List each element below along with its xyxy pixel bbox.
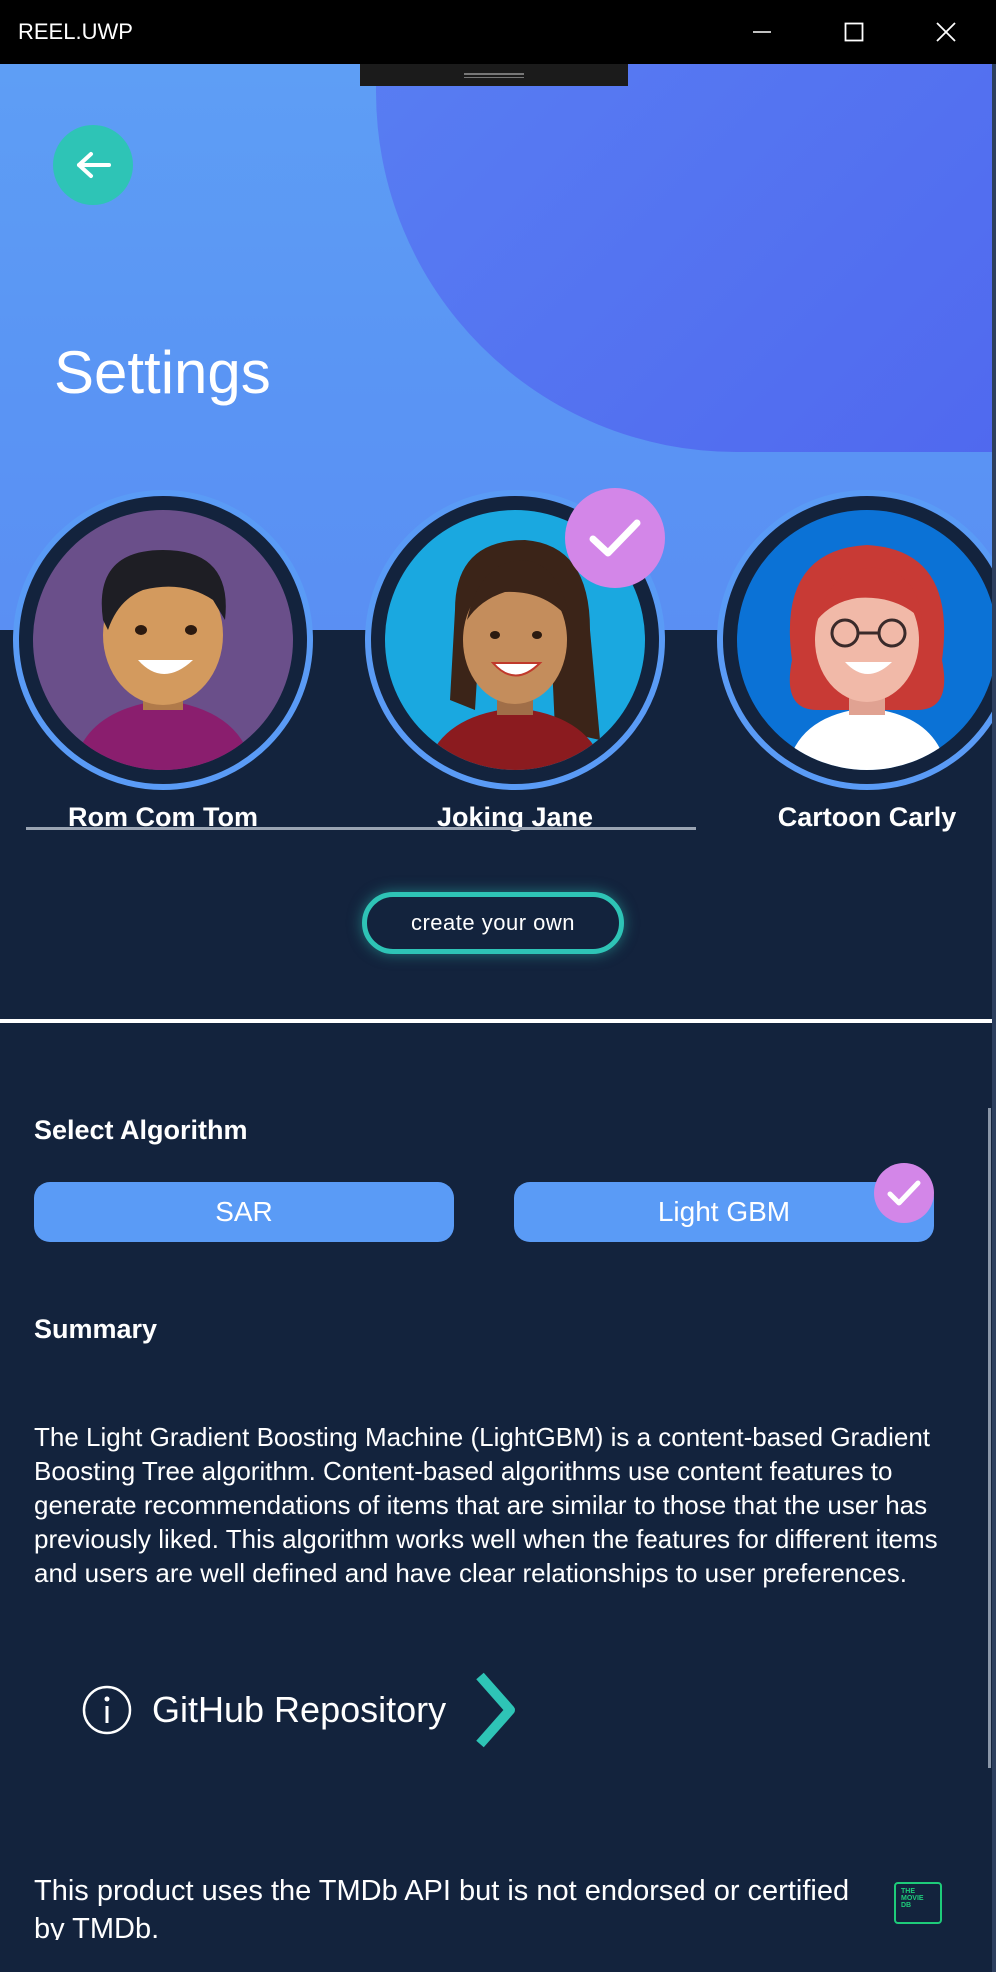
- selected-check-icon: [565, 488, 665, 588]
- minimize-icon: [753, 31, 771, 33]
- maximize-button[interactable]: [808, 0, 900, 64]
- title-bar: REEL.UWP: [0, 0, 996, 64]
- summary-label: Summary: [34, 1314, 158, 1344]
- create-your-own-button[interactable]: create your own: [362, 892, 624, 954]
- summary-text: The Light Gradient Boosting Machine (Lig…: [34, 1422, 938, 1588]
- window-edge: [992, 64, 996, 1972]
- avatar-tom-illustration: [33, 510, 293, 770]
- avatar-carly-illustration: [737, 510, 996, 770]
- selected-check-icon: [874, 1163, 934, 1223]
- github-repository-label: GitHub Repository: [152, 1689, 447, 1730]
- drag-handle[interactable]: [360, 64, 628, 86]
- horizontal-scrollbar[interactable]: [26, 827, 696, 830]
- minimize-button[interactable]: [716, 0, 808, 64]
- avatar[interactable]: [717, 490, 996, 790]
- maximize-icon: [844, 22, 864, 42]
- github-repository-link[interactable]: GitHub Repository: [82, 1672, 542, 1748]
- close-button[interactable]: [900, 0, 992, 64]
- tmdb-logo: THE MOVIE DB: [894, 1882, 942, 1924]
- close-icon: [936, 22, 956, 42]
- algorithm-sar-button[interactable]: SAR: [34, 1182, 454, 1242]
- decorative-blob: [376, 64, 996, 452]
- algorithm-lightgbm-button[interactable]: Light GBM: [514, 1182, 934, 1242]
- window-title: REEL.UWP: [18, 19, 133, 44]
- vertical-scrollbar[interactable]: [988, 1108, 991, 1768]
- tmdb-attribution: This product uses the TMDb API but is no…: [34, 1875, 850, 1940]
- chevron-right-icon: [476, 1672, 516, 1748]
- avatar[interactable]: [13, 490, 313, 790]
- select-algorithm-label: Select Algorithm: [34, 1115, 248, 1145]
- back-button[interactable]: [53, 125, 133, 205]
- section-divider: [0, 1019, 996, 1023]
- arrow-left-icon: [77, 152, 111, 178]
- persona-name: Cartoon Carly: [777, 802, 957, 832]
- info-icon: [82, 1685, 132, 1735]
- page-title: Settings: [54, 339, 271, 406]
